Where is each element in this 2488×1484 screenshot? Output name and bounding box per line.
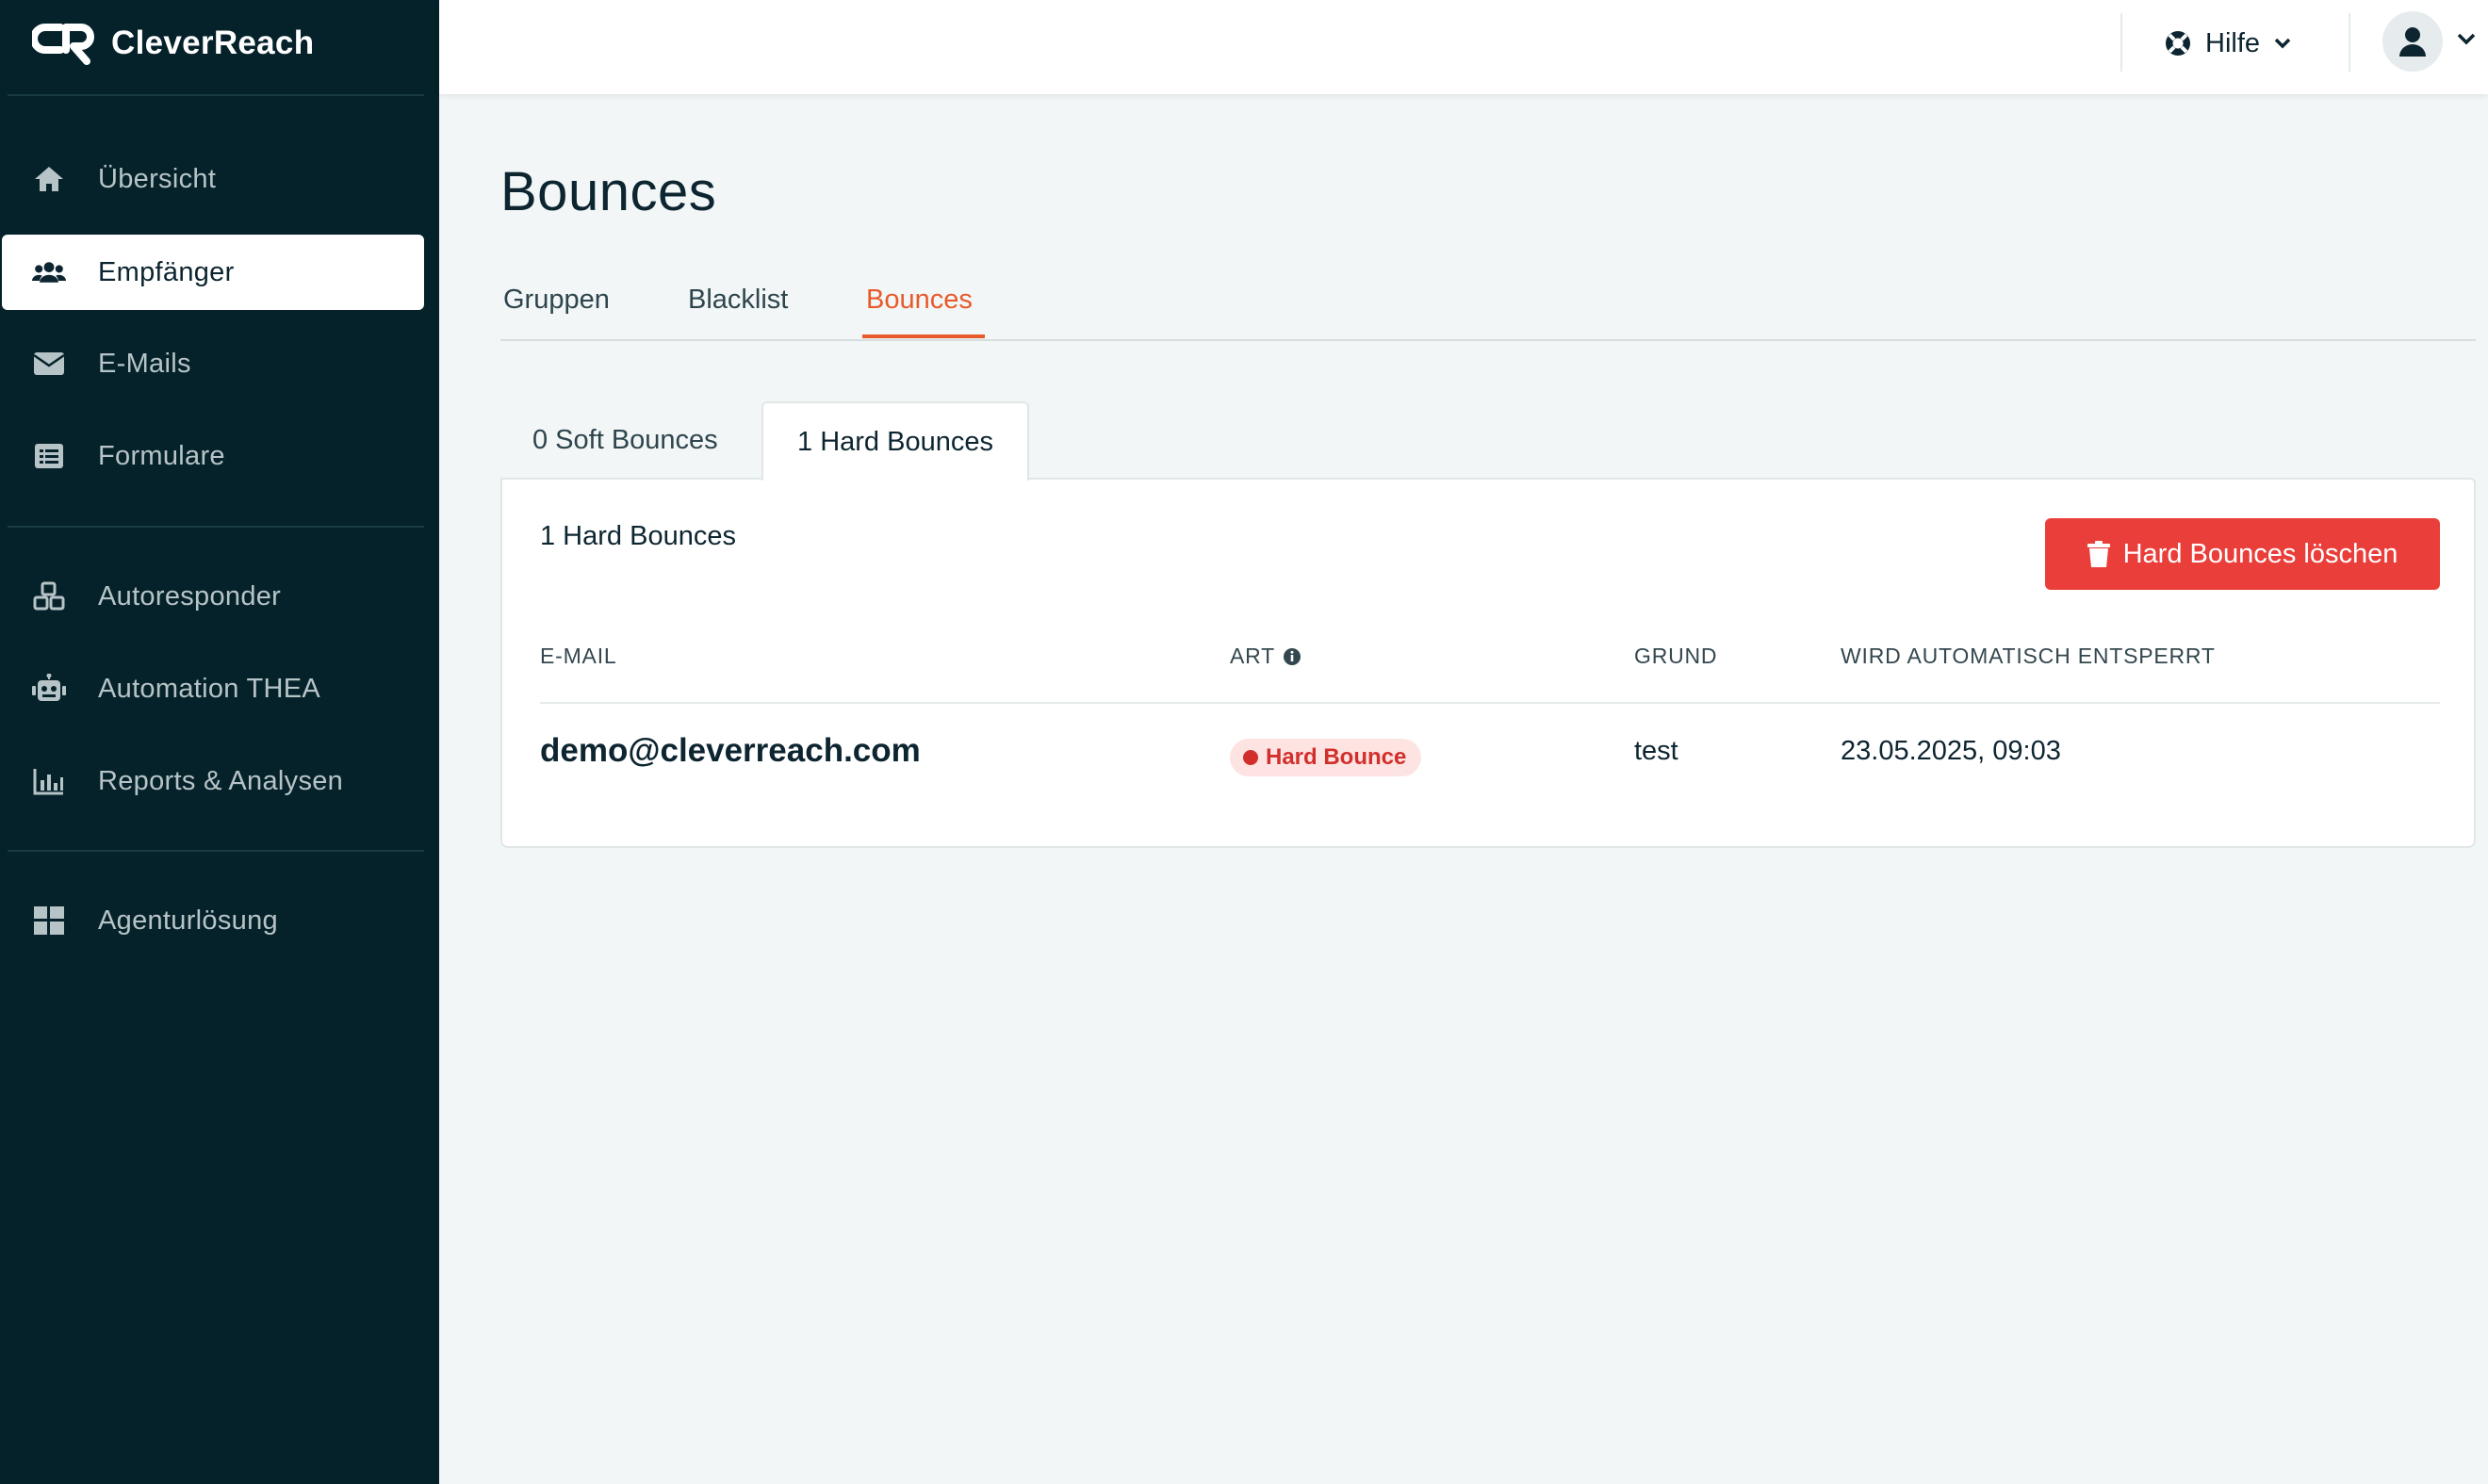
delete-button-label: Hard Bounces löschen (2122, 538, 2398, 569)
email-cell[interactable]: demo@cleverreach.com (540, 732, 921, 770)
sidebar-item-label: Agenturlösung (98, 905, 278, 936)
main-tabs: Gruppen Blacklist Bounces (500, 269, 2476, 341)
sidebar-item-empfaenger[interactable]: Empfänger (2, 235, 424, 310)
users-icon (32, 257, 66, 287)
envelope-icon (32, 349, 66, 379)
sidebar-item-agenturloesung[interactable]: Agenturlösung (2, 883, 424, 958)
column-header-art: ART (1230, 644, 1301, 669)
column-header-label: GRUND (1634, 644, 1718, 668)
column-header-unlock: WIRD AUTOMATISCH ENTSPERRT (1841, 644, 2216, 669)
delete-hard-bounces-button[interactable]: Hard Bounces löschen (2045, 518, 2440, 590)
subtab-hard-bounces[interactable]: 1 Hard Bounces (761, 401, 1029, 481)
sidebar-item-label: E-Mails (98, 348, 191, 379)
help-label: Hilfe (2205, 27, 2261, 58)
topbar-divider (2349, 13, 2350, 72)
logo[interactable]: CleverReach (32, 17, 314, 70)
status-badge-label: Hard Bounce (1266, 744, 1407, 770)
sidebar-item-label: Automation THEA (98, 673, 321, 704)
sidebar-divider (8, 94, 424, 96)
trash-icon (2087, 541, 2110, 567)
sidebar-item-label: Formulare (98, 440, 225, 471)
sidebar-item-emails[interactable]: E-Mails (2, 326, 424, 401)
logo-text: CleverReach (111, 24, 315, 61)
sidebar-item-label: Empfänger (98, 256, 235, 287)
cubes-icon (32, 581, 66, 612)
status-dot (1243, 750, 1258, 765)
column-header-label: WIRD AUTOMATISCH ENTSPERRT (1841, 644, 2216, 668)
form-icon (32, 441, 66, 471)
reason-cell: test (1634, 736, 1678, 766)
cleverreach-logo-icon (32, 24, 94, 65)
grid-icon (32, 905, 66, 936)
subtab-soft-bounces[interactable]: 0 Soft Bounces (532, 401, 718, 479)
info-icon[interactable] (1283, 647, 1301, 666)
sidebar-item-autoresponder[interactable]: Autoresponder (2, 559, 424, 634)
table-header-divider (540, 702, 2440, 704)
lifebuoy-icon (2166, 31, 2190, 56)
active-tab-indicator (862, 334, 985, 338)
page-title: Bounces (500, 161, 717, 222)
tab-gruppen[interactable]: Gruppen (503, 285, 610, 316)
sidebar-item-automation-thea[interactable]: Automation THEA (2, 651, 424, 726)
sidebar-divider (8, 850, 424, 852)
tab-bounces[interactable]: Bounces (866, 285, 973, 316)
bar-chart-icon (32, 766, 66, 796)
help-menu[interactable]: Hilfe (2164, 24, 2292, 62)
status-badge: Hard Bounce (1230, 739, 1422, 776)
user-icon (2399, 27, 2426, 57)
column-header-label: ART (1230, 644, 1275, 668)
hard-bounces-card: 1 Hard Bounces Hard Bounces löschen E-MA… (500, 478, 2476, 848)
chevron-down-icon (2274, 38, 2291, 49)
column-header-email: E-MAIL (540, 644, 616, 669)
tab-blacklist[interactable]: Blacklist (688, 285, 788, 316)
sidebar-item-formulare[interactable]: Formulare (2, 418, 424, 494)
user-menu-chevron-icon[interactable] (2456, 32, 2477, 47)
sidebar-item-label: Reports & Analysen (98, 765, 344, 796)
home-icon (32, 164, 66, 194)
column-header-label: E-MAIL (540, 644, 617, 668)
unlock-date-cell: 23.05.2025, 09:03 (1841, 736, 2061, 766)
robot-icon (32, 674, 66, 704)
sidebar-item-uebersicht[interactable]: Übersicht (2, 141, 424, 217)
sidebar: CleverReach Übersicht Empfänger E-Mails … (0, 0, 439, 1484)
sidebar-divider (8, 526, 424, 528)
card-title: 1 Hard Bounces (540, 521, 736, 551)
topbar-divider (2120, 13, 2122, 72)
sidebar-item-label: Autoresponder (98, 580, 282, 612)
column-header-grund: GRUND (1634, 644, 1717, 669)
sidebar-item-reports[interactable]: Reports & Analysen (2, 743, 424, 819)
sidebar-item-label: Übersicht (98, 163, 217, 194)
user-avatar[interactable] (2382, 11, 2443, 72)
